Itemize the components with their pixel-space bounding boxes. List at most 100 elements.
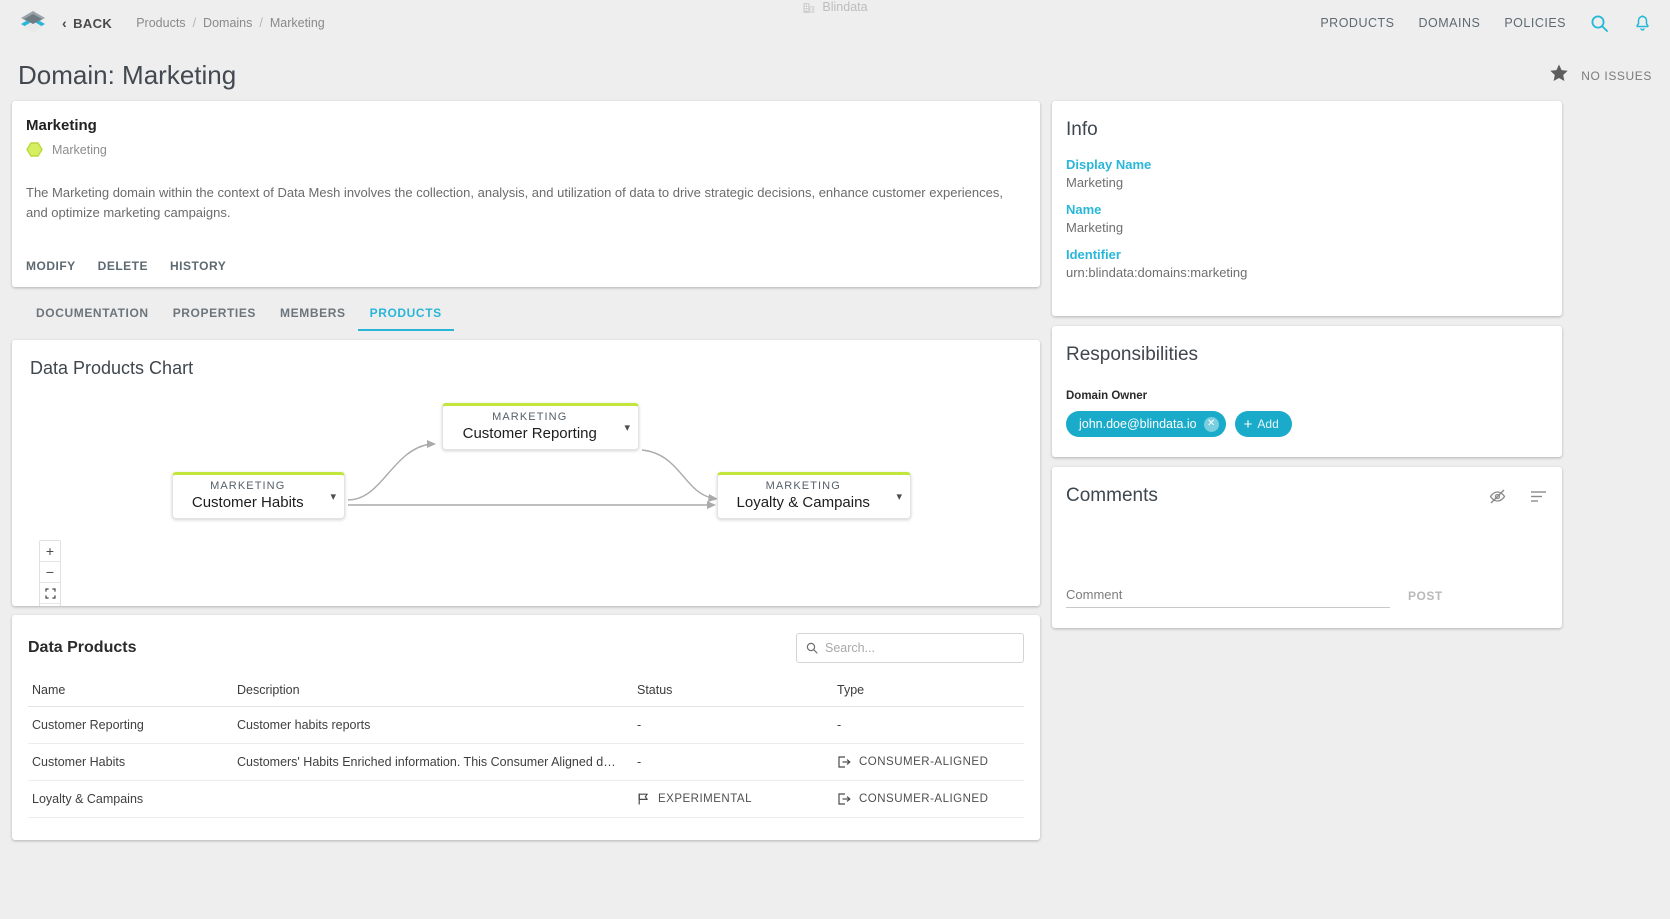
sort-list-icon[interactable] bbox=[1529, 489, 1548, 504]
type-badge-label: CONSUMER-ALIGNED bbox=[859, 793, 989, 805]
nav-link-policies[interactable]: POLICIES bbox=[1504, 16, 1566, 30]
plus-icon: + bbox=[1243, 415, 1253, 433]
data-products-chart-card: Data Products Chart + − MARKETING Custom… bbox=[12, 340, 1040, 606]
issues-label: NO ISSUES bbox=[1581, 68, 1652, 83]
cell-name: Loyalty & Campains bbox=[28, 780, 233, 818]
responsibility-chip-row: john.doe@blindata.io ✕ + Add bbox=[1066, 411, 1548, 437]
comments-panel: Comments Comment POST bbox=[1052, 467, 1562, 628]
modify-button[interactable]: MODIFY bbox=[26, 259, 76, 273]
history-button[interactable]: HISTORY bbox=[170, 259, 226, 273]
search-input[interactable] bbox=[825, 641, 1014, 655]
zoom-out-icon[interactable]: − bbox=[40, 562, 60, 583]
hexagon-icon bbox=[26, 141, 43, 158]
cell-status: - bbox=[633, 706, 833, 744]
tab-properties[interactable]: PROPERTIES bbox=[161, 301, 268, 331]
chevron-down-icon[interactable]: ▾ bbox=[888, 490, 910, 503]
type-badge-label: CONSUMER-ALIGNED bbox=[859, 756, 989, 768]
comments-list-empty bbox=[1066, 507, 1548, 585]
domain-name: Marketing bbox=[26, 117, 97, 134]
owner-chip-label: john.doe@blindata.io bbox=[1079, 417, 1197, 431]
column-header-status[interactable]: Status bbox=[633, 677, 833, 707]
owner-chip[interactable]: john.doe@blindata.io ✕ bbox=[1066, 411, 1226, 437]
post-comment-button[interactable]: POST bbox=[1408, 589, 1548, 608]
flag-icon bbox=[637, 792, 650, 806]
table-row[interactable]: Customer Habits Customers' Habits Enrich… bbox=[28, 743, 1024, 781]
chart-node-loyalty-campains[interactable]: MARKETING Loyalty & Campains ▾ bbox=[717, 472, 911, 519]
cell-description-text: Customers' Habits Enriched information. … bbox=[237, 755, 622, 769]
tab-products[interactable]: PRODUCTS bbox=[357, 301, 454, 331]
chevron-down-icon[interactable]: ▾ bbox=[616, 421, 638, 434]
info-key-identifier[interactable]: Identifier bbox=[1066, 247, 1548, 262]
nav-link-domains[interactable]: DOMAINS bbox=[1418, 16, 1480, 30]
column-header-description[interactable]: Description bbox=[233, 677, 633, 707]
search-icon[interactable] bbox=[1590, 14, 1609, 33]
nav-link-products[interactable]: PRODUCTS bbox=[1320, 16, 1394, 30]
cell-description: Customers' Habits Enriched information. … bbox=[233, 743, 633, 781]
table-row[interactable]: Loyalty & Campains EXPERIMENTAL CONSUMER… bbox=[28, 780, 1024, 818]
app-logo-icon[interactable] bbox=[18, 8, 48, 38]
responsibility-role-label: Domain Owner bbox=[1066, 390, 1148, 402]
domain-action-bar: MODIFY DELETE HISTORY bbox=[26, 245, 1026, 287]
chart-node-body: MARKETING Loyalty & Campains bbox=[718, 475, 888, 518]
info-key-display-name[interactable]: Display Name bbox=[1066, 157, 1548, 172]
comments-tools bbox=[1488, 487, 1548, 506]
table-row[interactable]: Customer Reporting Customer habits repor… bbox=[28, 706, 1024, 744]
chevron-down-icon[interactable]: ▾ bbox=[322, 490, 344, 503]
back-button[interactable]: ‹ BACK bbox=[62, 16, 112, 31]
delete-button[interactable]: DELETE bbox=[98, 259, 148, 273]
tab-members[interactable]: MEMBERS bbox=[268, 301, 358, 331]
tenant-indicator: Blindata bbox=[802, 0, 868, 14]
chart-node-kind: MARKETING bbox=[765, 480, 841, 492]
tab-bar: DOCUMENTATION PROPERTIES MEMBERS PRODUCT… bbox=[12, 287, 1040, 331]
chart-node-customer-habits[interactable]: MARKETING Customer Habits ▾ bbox=[172, 472, 345, 519]
left-column: Marketing Marketing The Marketing domain… bbox=[12, 101, 1040, 840]
right-column: Info Display Name Marketing Name Marketi… bbox=[1052, 101, 1562, 628]
close-icon[interactable]: ✕ bbox=[1203, 416, 1219, 432]
table-header-row: Data Products bbox=[28, 633, 1024, 663]
info-value-display-name: Marketing bbox=[1066, 175, 1124, 190]
info-value-name: Marketing bbox=[1066, 220, 1124, 235]
lock-icon[interactable] bbox=[40, 604, 60, 606]
breadcrumb-separator: / bbox=[259, 16, 263, 30]
top-navigation: PRODUCTS DOMAINS POLICIES bbox=[1320, 14, 1652, 33]
chart-zoom-controls: + − bbox=[39, 540, 61, 606]
top-bar: ‹ BACK Products / Domains / Marketing Bl… bbox=[0, 0, 1670, 46]
domain-tag: Marketing bbox=[26, 141, 1026, 158]
comments-header: Comments bbox=[1066, 485, 1548, 507]
chart-node-body: MARKETING Customer Habits bbox=[173, 475, 322, 518]
zoom-in-icon[interactable]: + bbox=[40, 541, 60, 562]
cell-status: - bbox=[633, 743, 833, 781]
tab-documentation[interactable]: DOCUMENTATION bbox=[24, 301, 161, 331]
back-button-label: BACK bbox=[73, 15, 113, 31]
breadcrumb-item-domains[interactable]: Domains bbox=[203, 16, 252, 30]
tenant-label: Blindata bbox=[822, 0, 868, 14]
chart-node-customer-reporting[interactable]: MARKETING Customer Reporting ▾ bbox=[442, 403, 639, 450]
status-badge-label: EXPERIMENTAL bbox=[658, 793, 752, 805]
breadcrumb-item-products[interactable]: Products bbox=[136, 16, 185, 30]
chart-node-label: Customer Habits bbox=[191, 494, 304, 511]
info-panel: Info Display Name Marketing Name Marketi… bbox=[1052, 101, 1562, 316]
cell-name: Customer Habits bbox=[28, 743, 233, 781]
table-column-header-row: Name Description Status Type bbox=[28, 677, 1024, 707]
responsibilities-panel-title: Responsibilities bbox=[1066, 344, 1199, 365]
data-products-table: Name Description Status Type Customer Re… bbox=[28, 677, 1024, 818]
issues-indicator[interactable]: NO ISSUES bbox=[1549, 63, 1652, 88]
chart-node-kind: MARKETING bbox=[492, 411, 568, 423]
add-responsibility-button[interactable]: + Add bbox=[1234, 411, 1292, 437]
comment-input[interactable] bbox=[1066, 585, 1390, 608]
export-icon bbox=[837, 755, 851, 769]
column-header-type[interactable]: Type bbox=[833, 677, 1024, 707]
comments-panel-title: Comments bbox=[1066, 485, 1158, 506]
chart-canvas[interactable]: + − MARKETING Customer Habits ▾ MARKETIN… bbox=[12, 392, 1040, 606]
fit-screen-icon[interactable] bbox=[40, 583, 60, 604]
eye-off-icon[interactable] bbox=[1488, 487, 1507, 506]
info-key-name[interactable]: Name bbox=[1066, 202, 1548, 217]
search-box[interactable] bbox=[796, 633, 1024, 663]
chevron-left-icon: ‹ bbox=[62, 15, 68, 31]
breadcrumb-separator: / bbox=[192, 16, 197, 30]
building-icon bbox=[802, 1, 815, 14]
column-header-name[interactable]: Name bbox=[28, 677, 233, 707]
breadcrumb: Products / Domains / Marketing bbox=[136, 16, 325, 30]
breadcrumb-item-marketing[interactable]: Marketing bbox=[270, 16, 325, 30]
notifications-bell-icon[interactable] bbox=[1633, 14, 1652, 33]
